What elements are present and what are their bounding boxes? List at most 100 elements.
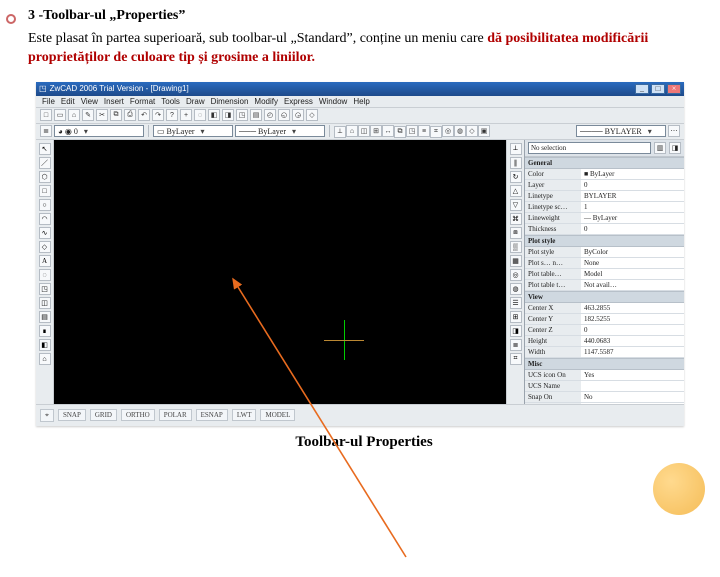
color-combo[interactable]: ▭ ByLayer▾: [153, 125, 233, 137]
toolbar-standard-icon[interactable]: ◶: [292, 109, 304, 121]
toolbar-standard-icon[interactable]: +: [180, 109, 192, 121]
status-toggle[interactable]: ⌖: [40, 409, 54, 422]
toolbar-standard-icon[interactable]: □: [40, 109, 52, 121]
toolbar-properties-icon[interactable]: ◫: [358, 125, 370, 137]
draw-tool-icon[interactable]: ∎: [39, 325, 51, 337]
property-row[interactable]: Layer0: [525, 180, 684, 191]
toolbar-properties-icon[interactable]: ◎: [442, 125, 454, 137]
menu-insert[interactable]: Insert: [104, 97, 124, 106]
property-row[interactable]: Plot table…Model: [525, 269, 684, 280]
toolbar-standard-icon[interactable]: ◌: [194, 109, 206, 121]
layer-combo[interactable]: ◕ ◉ 0▾: [54, 125, 144, 137]
property-row[interactable]: Height440.0683: [525, 336, 684, 347]
modify-tool-icon[interactable]: ▽: [510, 199, 522, 211]
menu-tools[interactable]: Tools: [161, 97, 180, 106]
property-row[interactable]: Center X463.2855: [525, 303, 684, 314]
draw-tool-icon[interactable]: ◌: [39, 269, 51, 281]
toolbar-standard-icon[interactable]: ↶: [138, 109, 150, 121]
property-row[interactable]: Linetype sc…1: [525, 202, 684, 213]
toolbar-standard-icon[interactable]: ◴: [264, 109, 276, 121]
toolbar-standard-icon[interactable]: ◵: [278, 109, 290, 121]
draw-tool-icon[interactable]: ↖: [39, 143, 51, 155]
property-row[interactable]: Plot styleByColor: [525, 247, 684, 258]
toolbar-standard-icon[interactable]: ◇: [306, 109, 318, 121]
menu-edit[interactable]: Edit: [61, 97, 75, 106]
modify-tool-icon[interactable]: ⧈: [510, 227, 522, 239]
modify-tool-icon[interactable]: ▦: [510, 255, 522, 267]
properties-section-header[interactable]: Plot style: [525, 235, 684, 247]
modify-tool-icon[interactable]: ▒: [510, 241, 522, 253]
property-row[interactable]: Thickness0: [525, 224, 684, 235]
toolbar-standard-icon[interactable]: ⌂: [68, 109, 80, 121]
property-row[interactable]: UCS Name: [525, 381, 684, 392]
property-row[interactable]: Plot table t…Not avail…: [525, 280, 684, 291]
properties-section-header[interactable]: General: [525, 157, 684, 169]
toolbar-standard-icon[interactable]: ⎙: [124, 109, 136, 121]
modify-tool-icon[interactable]: ⟂: [510, 143, 522, 155]
menu-window[interactable]: Window: [319, 97, 347, 106]
property-row[interactable]: Lineweight— ByLayer: [525, 213, 684, 224]
toolbar-properties-icon[interactable]: ▣: [478, 125, 490, 137]
linetype-combo[interactable]: ─── ByLayer▾: [235, 125, 325, 137]
menu-dimension[interactable]: Dimension: [211, 97, 249, 106]
draw-tool-icon[interactable]: ○: [39, 199, 51, 211]
status-toggle[interactable]: ESNAP: [196, 409, 228, 421]
toolbar-standard-icon[interactable]: ✎: [82, 109, 94, 121]
properties-section-header[interactable]: View: [525, 291, 684, 303]
toolbar-properties-icon[interactable]: ⌗: [430, 126, 442, 138]
toolbar-properties-icon[interactable]: ⊞: [370, 125, 382, 137]
toolbar-standard-icon[interactable]: ↷: [152, 109, 164, 121]
toolbar-standard-icon[interactable]: ◳: [236, 109, 248, 121]
toolbar-standard-icon[interactable]: ◧: [208, 109, 220, 121]
property-row[interactable]: Center Z0: [525, 325, 684, 336]
status-toggle[interactable]: SNAP: [58, 409, 86, 421]
modify-tool-icon[interactable]: ◍: [510, 283, 522, 295]
property-row[interactable]: Snap OnNo: [525, 392, 684, 403]
draw-tool-icon[interactable]: ◧: [39, 339, 51, 351]
drawing-canvas[interactable]: [54, 140, 506, 404]
draw-tool-icon[interactable]: ◫: [39, 297, 51, 309]
toolbar-standard-icon[interactable]: ⧉: [110, 109, 122, 121]
properties-pick-icon[interactable]: ◨: [669, 142, 681, 154]
toolbar-standard-icon[interactable]: ▤: [250, 109, 262, 121]
menu-modify[interactable]: Modify: [254, 97, 278, 106]
property-row[interactable]: UCS icon OnYes: [525, 370, 684, 381]
toolbar-properties-icon[interactable]: ◍: [454, 125, 466, 137]
draw-tool-icon[interactable]: ／: [39, 157, 51, 169]
draw-tool-icon[interactable]: ⬡: [39, 171, 51, 183]
draw-tool-icon[interactable]: ◳: [39, 283, 51, 295]
menu-draw[interactable]: Draw: [186, 97, 205, 106]
status-toggle[interactable]: GRID: [90, 409, 117, 421]
toolbar-standard-icon[interactable]: ?: [166, 109, 178, 121]
menu-help[interactable]: Help: [353, 97, 369, 106]
toolbar-properties-icon[interactable]: ↔: [382, 125, 394, 137]
property-row[interactable]: Color■ ByLayer: [525, 169, 684, 180]
toolbar-standard-icon[interactable]: ✂: [96, 109, 108, 121]
status-toggle[interactable]: ORTHO: [121, 409, 155, 421]
modify-tool-icon[interactable]: ⊞: [510, 311, 522, 323]
properties-section-header[interactable]: Misc: [525, 358, 684, 370]
toolbar-properties-icon[interactable]: ⧉: [394, 126, 406, 138]
draw-tool-icon[interactable]: ▤: [39, 311, 51, 323]
menu-express[interactable]: Express: [284, 97, 313, 106]
toolbar-properties-icon[interactable]: ⌂: [346, 125, 358, 137]
maximize-button[interactable]: □: [651, 84, 665, 94]
toolbar-properties-icon[interactable]: ◇: [466, 125, 478, 137]
properties-filter-icon[interactable]: ▥: [654, 142, 666, 154]
modify-tool-icon[interactable]: ≣: [510, 339, 522, 351]
toolbar-standard-icon[interactable]: ◨: [222, 109, 234, 121]
property-row[interactable]: LinetypeBYLAYER: [525, 191, 684, 202]
modify-tool-icon[interactable]: ∥: [510, 157, 522, 169]
modify-tool-icon[interactable]: ◨: [510, 325, 522, 337]
modify-tool-icon[interactable]: ◎: [510, 269, 522, 281]
toolbar-properties-icon[interactable]: ◳: [406, 125, 418, 137]
minimize-button[interactable]: _: [635, 84, 649, 94]
modify-tool-icon[interactable]: ☰: [510, 297, 522, 309]
status-toggle[interactable]: MODEL: [260, 409, 295, 421]
menu-view[interactable]: View: [81, 97, 98, 106]
draw-tool-icon[interactable]: ⌂: [39, 353, 51, 365]
properties-selection-combo[interactable]: No selection: [528, 142, 651, 154]
property-row[interactable]: Center Y182.5255: [525, 314, 684, 325]
modify-tool-icon[interactable]: ↻: [510, 171, 522, 183]
modify-tool-icon[interactable]: ⌗: [510, 353, 522, 365]
